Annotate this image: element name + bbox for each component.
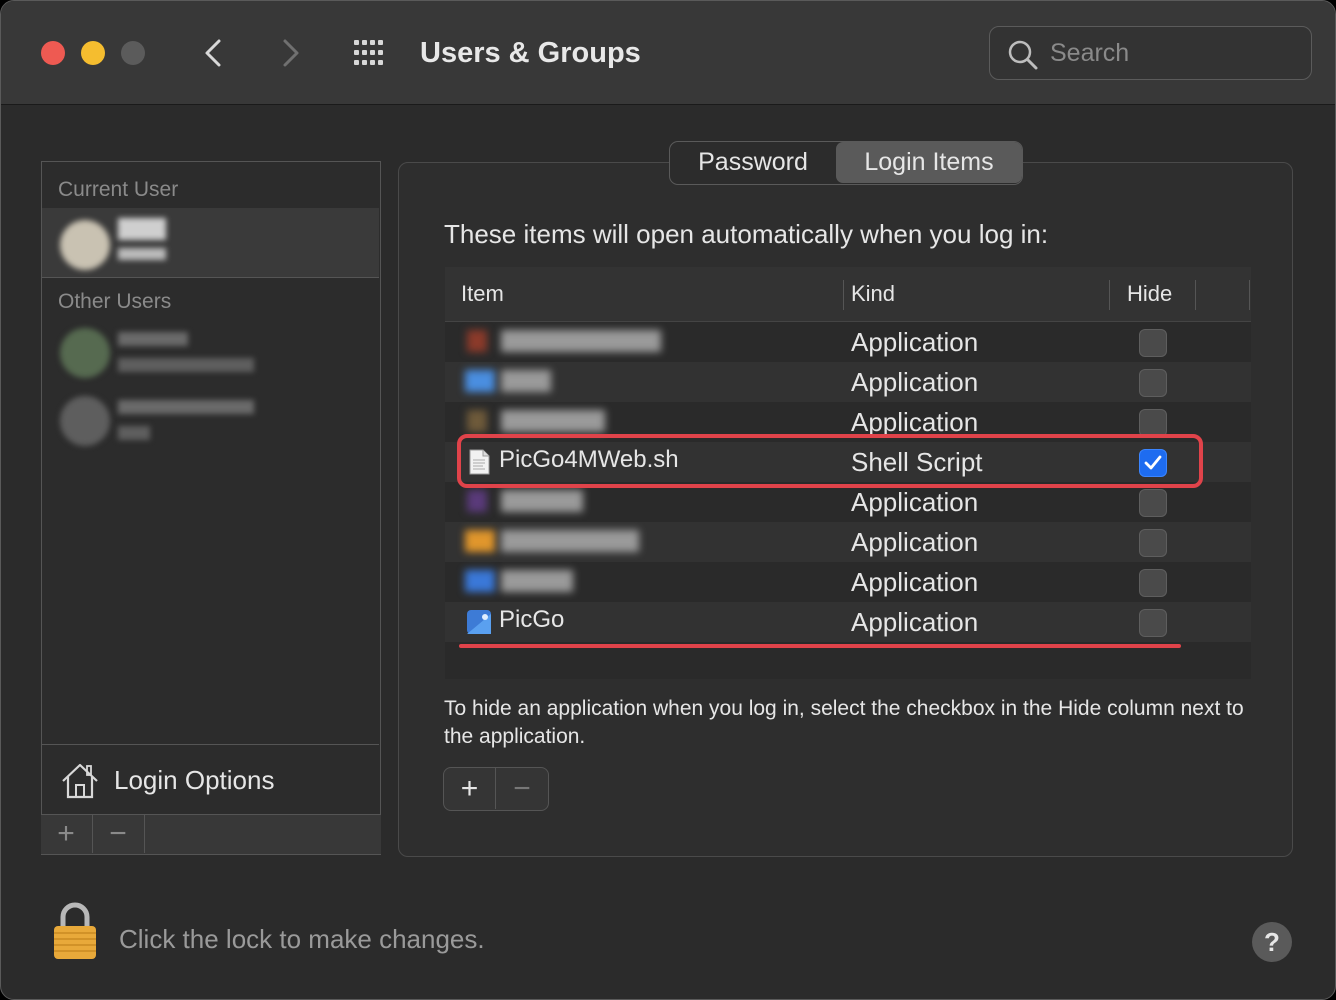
item-kind: Application (851, 487, 979, 517)
highlight-annotation-box (457, 434, 1203, 488)
house-icon (62, 763, 98, 799)
table-row[interactable]: Application (445, 522, 1251, 562)
login-options-label: Login Options (114, 765, 275, 795)
redacted-user-role (118, 248, 166, 260)
avatar (60, 328, 110, 378)
table-row[interactable]: Application (445, 482, 1251, 522)
lock-icon[interactable] (51, 901, 99, 961)
redacted-user-name (118, 400, 254, 414)
chevron-right-icon (283, 39, 299, 67)
redacted-item-name (501, 410, 605, 432)
hide-checkbox[interactable] (1139, 489, 1167, 517)
system-preferences-window: Users & Groups Current User Other Users (0, 0, 1336, 1000)
remove-user-button[interactable]: − (93, 815, 145, 853)
login-items-add-remove: + − (443, 767, 549, 811)
column-divider (1195, 280, 1196, 310)
item-name: PicGo (499, 606, 565, 633)
app-icon (465, 530, 495, 552)
help-button[interactable]: ? (1252, 922, 1292, 962)
current-user-label: Current User (58, 178, 179, 201)
titlebar: Users & Groups (1, 1, 1335, 105)
chevron-left-icon (205, 39, 221, 67)
other-users-label: Other Users (58, 290, 172, 313)
back-button[interactable] (195, 33, 235, 73)
column-header-kind[interactable]: Kind (851, 281, 895, 307)
tab-login-items[interactable]: Login Items (836, 142, 1022, 183)
highlight-annotation-underline (459, 644, 1181, 648)
column-header-hide[interactable]: Hide (1127, 281, 1172, 307)
hide-checkbox[interactable] (1139, 609, 1167, 637)
redacted-item-name (501, 330, 661, 352)
hide-hint-text: To hide an application when you log in, … (444, 697, 1244, 748)
table-row[interactable]: Application (445, 322, 1251, 362)
picgo-app-icon (467, 610, 491, 634)
table-row[interactable]: Application (445, 362, 1251, 402)
app-icon (467, 330, 487, 352)
avatar (60, 396, 110, 446)
window-title: Users & Groups (420, 37, 641, 69)
current-user-row[interactable] (42, 208, 379, 278)
app-icon (465, 570, 495, 592)
table-row[interactable]: Application (445, 562, 1251, 602)
grid-icon (354, 40, 383, 65)
column-divider (843, 280, 844, 310)
app-icon (465, 370, 495, 392)
redacted-item-name (501, 530, 639, 552)
hide-checkbox[interactable] (1139, 529, 1167, 557)
item-kind: Application (851, 567, 979, 597)
column-header-item[interactable]: Item (461, 281, 504, 307)
item-kind: Application (851, 527, 979, 557)
app-icon (467, 410, 487, 432)
redacted-user-name (118, 332, 188, 346)
other-user-row[interactable] (42, 390, 379, 450)
hide-checkbox[interactable] (1139, 569, 1167, 597)
redacted-user-name (118, 218, 166, 240)
remove-login-item-button[interactable]: − (496, 768, 548, 809)
zoom-window-button[interactable] (121, 41, 145, 65)
search-icon (1008, 40, 1038, 70)
item-kind: Application (851, 367, 979, 397)
redacted-item-name (501, 370, 551, 392)
column-divider (1249, 280, 1250, 310)
app-icon (467, 490, 487, 512)
redacted-user-role (118, 426, 150, 440)
minimize-window-button[interactable] (81, 41, 105, 65)
users-list-panel: Current User Other Users Login Options +… (40, 161, 381, 855)
avatar (60, 220, 110, 270)
redacted-item-name (501, 490, 583, 512)
column-divider (1109, 280, 1110, 310)
redacted-user-role (118, 358, 254, 372)
item-kind: Application (851, 607, 979, 637)
login-items-intro: These items will open automatically when… (444, 219, 1049, 249)
tab-bar: Password Login Items (669, 141, 1023, 185)
close-window-button[interactable] (41, 41, 65, 65)
login-options-item[interactable]: Login Options (42, 744, 379, 814)
hide-checkbox[interactable] (1139, 409, 1167, 437)
other-user-row[interactable] (42, 322, 379, 382)
users-add-remove-bar: + − (40, 814, 381, 854)
redacted-item-name (501, 570, 573, 592)
table-row[interactable]: PicGo Application (445, 602, 1251, 642)
table-header: Item Kind Hide (445, 267, 1251, 322)
search-field[interactable] (989, 26, 1312, 80)
tab-password[interactable]: Password (670, 142, 836, 183)
item-kind: Application (851, 327, 979, 357)
hide-checkbox[interactable] (1139, 329, 1167, 357)
lock-status-text: Click the lock to make changes. (119, 924, 485, 954)
hide-checkbox[interactable] (1139, 369, 1167, 397)
add-login-item-button[interactable]: + (444, 768, 496, 809)
search-input[interactable] (1050, 37, 1290, 69)
forward-button[interactable] (269, 33, 309, 73)
add-user-button[interactable]: + (41, 815, 93, 853)
show-all-button[interactable] (351, 33, 391, 73)
